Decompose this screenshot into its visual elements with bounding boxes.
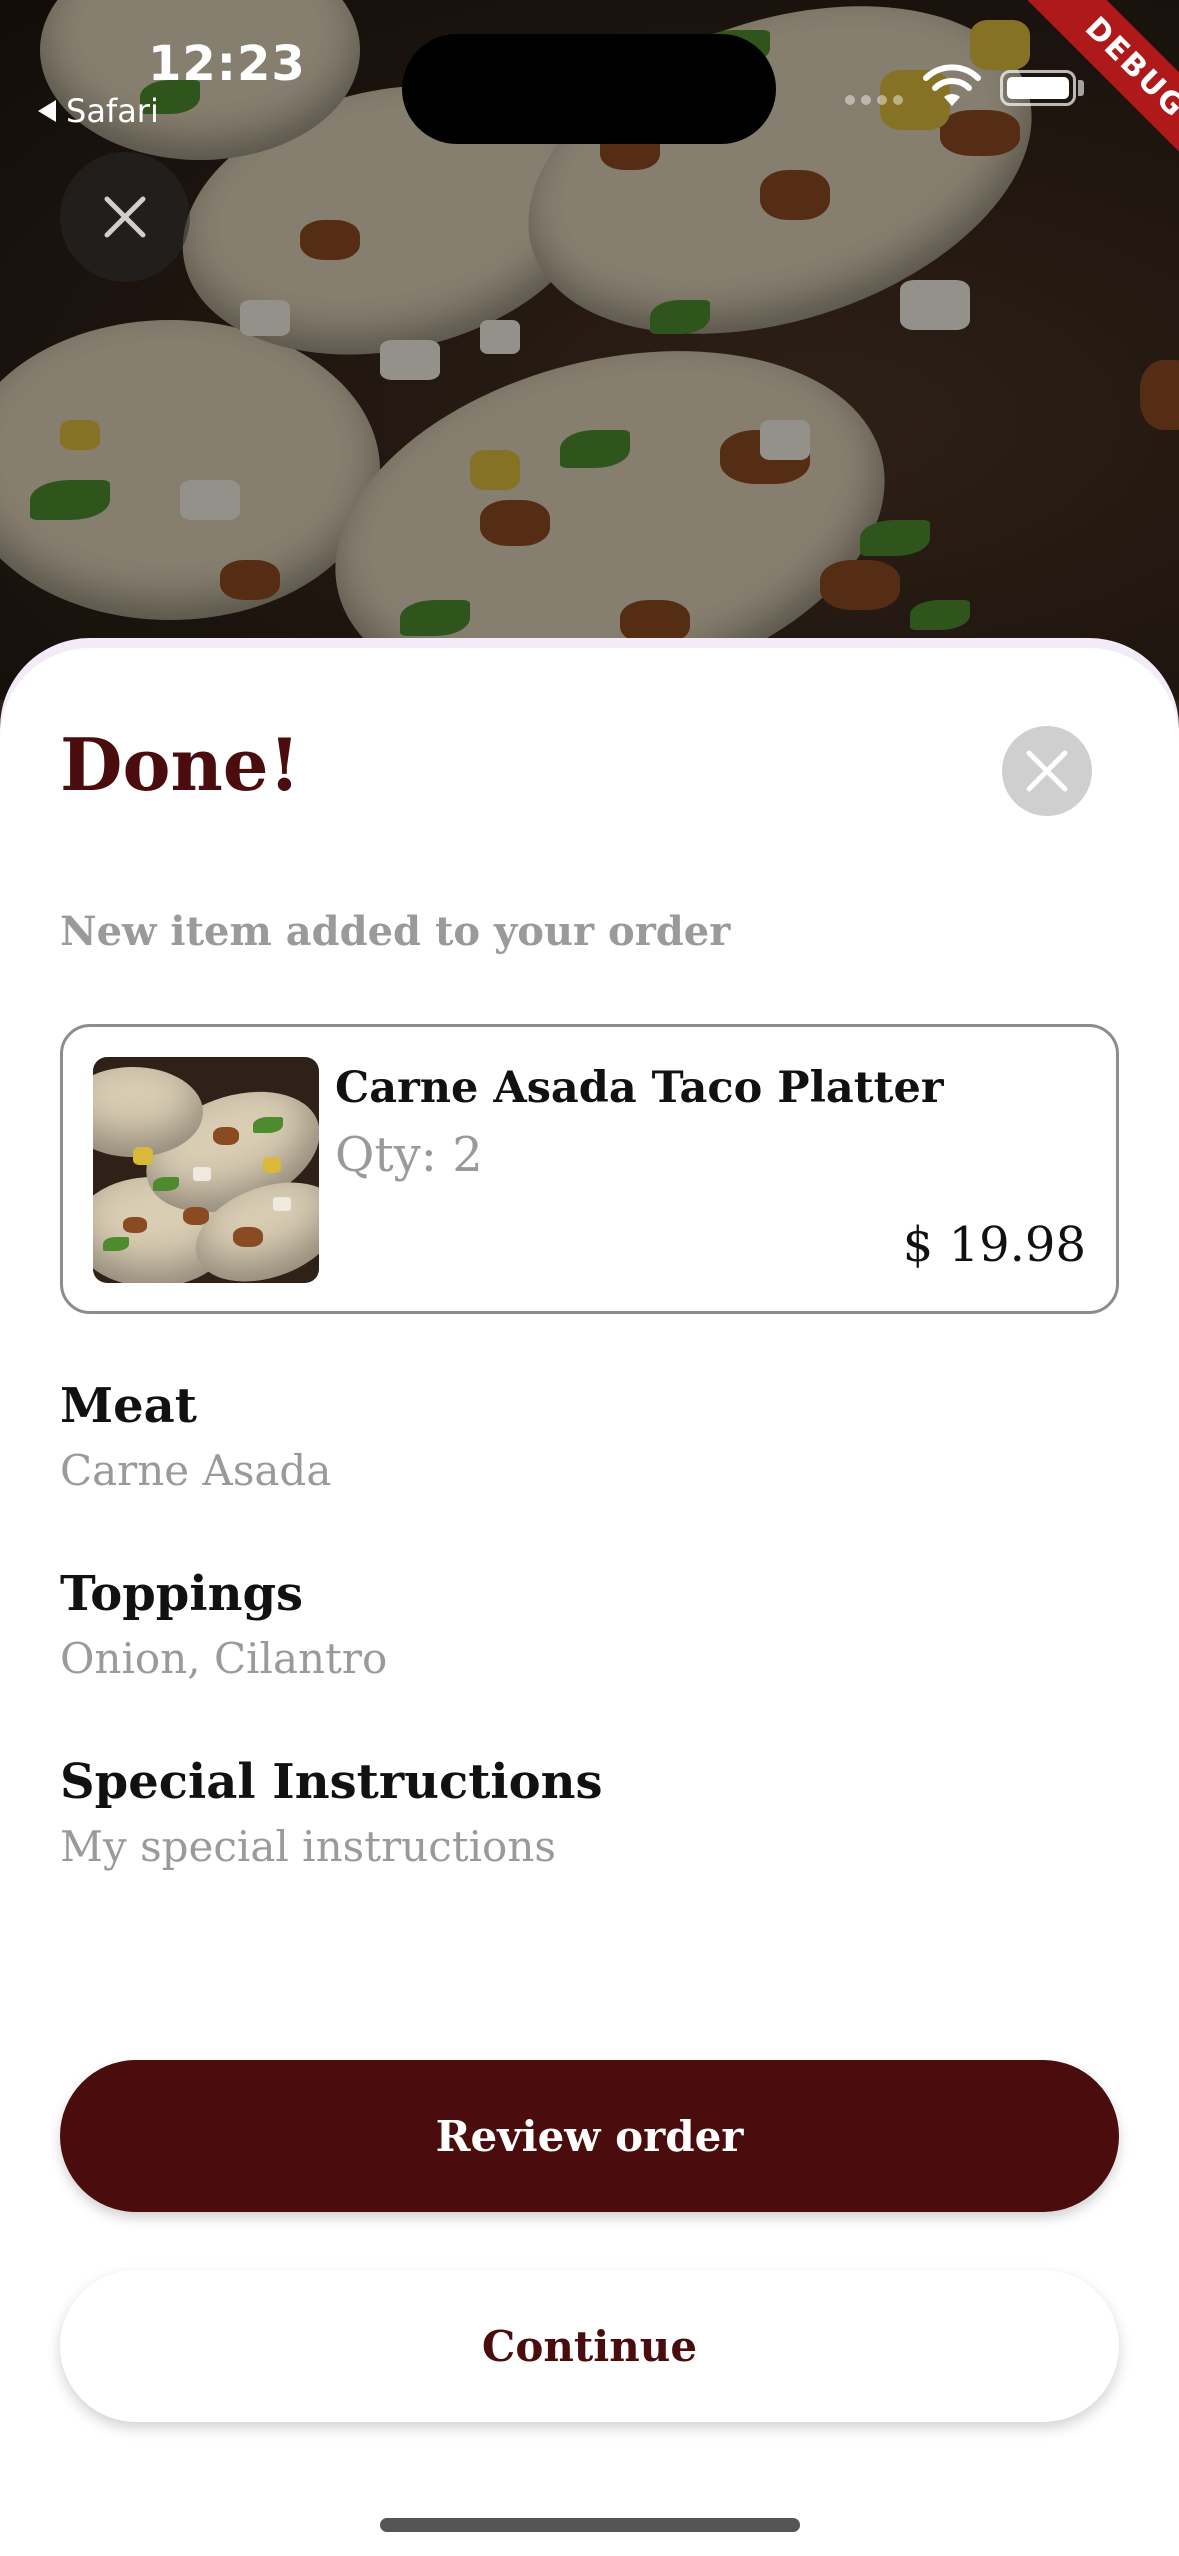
status-time: 12:23 xyxy=(148,36,306,92)
sheet-subtitle: New item added to your order xyxy=(60,908,731,955)
added-item-card: Carne Asada Taco Platter Qty: 2 $ 19.98 xyxy=(60,1024,1119,1314)
signal-dots-icon xyxy=(845,95,903,105)
item-name: Carne Asada Taco Platter xyxy=(335,1063,944,1113)
close-icon xyxy=(1026,750,1068,792)
back-arrow-icon xyxy=(38,100,56,122)
option-label-special-instructions: Special Instructions xyxy=(60,1754,603,1810)
review-order-button[interactable]: Review order xyxy=(60,2060,1119,2212)
home-indicator[interactable] xyxy=(380,2518,800,2532)
battery-icon xyxy=(1000,70,1076,106)
dynamic-island xyxy=(402,34,776,144)
sheet-title: Done! xyxy=(60,722,301,807)
back-to-safari[interactable]: Safari xyxy=(38,92,159,130)
item-thumbnail xyxy=(93,1057,319,1283)
wifi-icon xyxy=(923,64,981,106)
item-price: $ 19.98 xyxy=(902,1217,1086,1273)
item-quantity: Qty: 2 xyxy=(335,1127,483,1183)
close-icon xyxy=(104,196,146,238)
back-app-label: Safari xyxy=(66,92,159,130)
option-label-toppings: Toppings xyxy=(60,1566,304,1622)
image-close-button[interactable] xyxy=(60,152,190,282)
option-value-meat: Carne Asada xyxy=(60,1446,332,1495)
option-value-toppings: Onion, Cilantro xyxy=(60,1634,388,1683)
continue-button[interactable]: Continue xyxy=(60,2270,1119,2422)
battery-cap xyxy=(1078,80,1084,96)
option-value-special-instructions: My special instructions xyxy=(60,1822,556,1871)
option-label-meat: Meat xyxy=(60,1378,197,1434)
sheet-close-button[interactable] xyxy=(1002,726,1092,816)
